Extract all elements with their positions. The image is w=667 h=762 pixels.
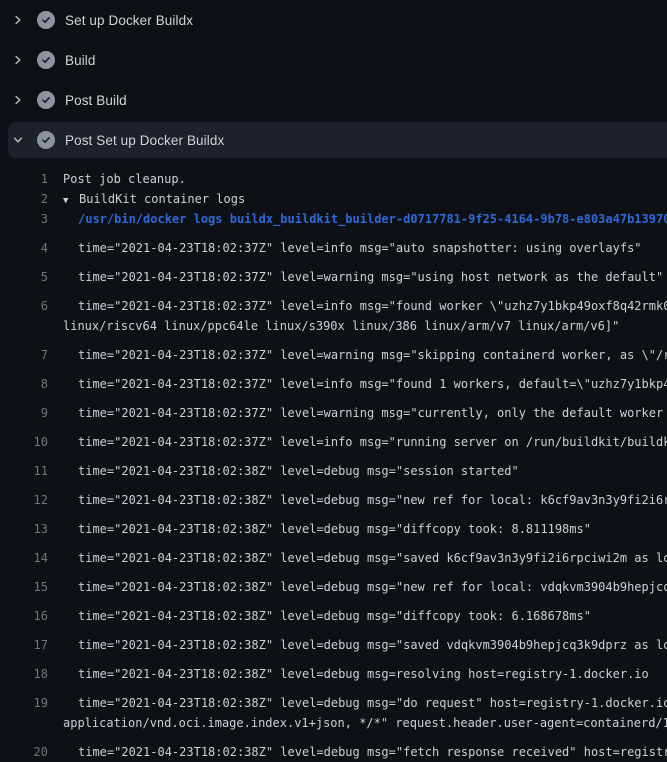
log-line-number[interactable]: 6 (0, 296, 48, 316)
chevron-right-icon (11, 13, 25, 27)
log-row: application/vnd.oci.image.index.v1+json,… (0, 713, 667, 733)
step-header-post-set-up-docker-buildx[interactable]: Post Set up Docker Buildx (0, 120, 667, 160)
log-line-number[interactable]: 19 (0, 693, 48, 713)
log-line-number[interactable]: 20 (0, 742, 48, 762)
log-line-number[interactable]: 7 (0, 345, 48, 365)
log-row: 9 time="2021-04-23T18:02:37Z" level=warn… (0, 394, 667, 423)
log-line-text: time="2021-04-23T18:02:38Z" level=debug … (78, 742, 667, 762)
log-line-text: time="2021-04-23T18:02:38Z" level=debug … (78, 606, 591, 626)
step-list: Set up Docker Buildx Build Post Build (0, 0, 667, 160)
log-line-number (0, 713, 48, 733)
log-row: 17 time="2021-04-23T18:02:38Z" level=deb… (0, 626, 667, 655)
log-line-text: time="2021-04-23T18:02:38Z" level=debug … (78, 664, 649, 684)
log-row: 1 Post job cleanup. (0, 169, 667, 189)
log-line-text: time="2021-04-23T18:02:37Z" level=warnin… (78, 403, 667, 423)
group-expanded-triangle-icon: ▼ (63, 191, 79, 211)
log-row: 3 /usr/bin/docker logs buildx_buildkit_b… (0, 209, 667, 229)
log-line-text: application/vnd.oci.image.index.v1+json,… (63, 713, 667, 733)
log-line-text: time="2021-04-23T18:02:37Z" level=info m… (78, 296, 667, 316)
log-viewer: 1 Post job cleanup. 2 ▼BuildKit containe… (0, 160, 667, 762)
log-line-text: time="2021-04-23T18:02:38Z" level=debug … (78, 519, 591, 539)
log-line-number[interactable]: 16 (0, 606, 48, 626)
log-line-text: time="2021-04-23T18:02:38Z" level=debug … (78, 693, 667, 713)
check-circle-icon (37, 51, 55, 69)
log-line-text: time="2021-04-23T18:02:37Z" level=info m… (78, 374, 667, 394)
log-line-number[interactable]: 18 (0, 664, 48, 684)
step-header-set-up-docker-buildx[interactable]: Set up Docker Buildx (0, 0, 667, 40)
log-row: 8 time="2021-04-23T18:02:37Z" level=info… (0, 365, 667, 394)
step-label: Set up Docker Buildx (65, 13, 193, 28)
log-row: 16 time="2021-04-23T18:02:38Z" level=deb… (0, 597, 667, 626)
log-line-text: linux/riscv64 linux/ppc64le linux/s390x … (63, 316, 619, 336)
log-row: 4 time="2021-04-23T18:02:37Z" level=info… (0, 229, 667, 258)
log-line-number[interactable]: 11 (0, 461, 48, 481)
log-line-text: time="2021-04-23T18:02:37Z" level=warnin… (78, 267, 663, 287)
log-line-text: Post job cleanup. (63, 169, 186, 189)
log-line-text: time="2021-04-23T18:02:38Z" level=debug … (78, 577, 667, 597)
log-row: 7 time="2021-04-23T18:02:37Z" level=warn… (0, 336, 667, 365)
log-line-number[interactable]: 5 (0, 267, 48, 287)
log-line-text: time="2021-04-23T18:02:38Z" level=debug … (78, 461, 519, 481)
log-line-text: time="2021-04-23T18:02:37Z" level=warnin… (78, 345, 667, 365)
log-row: 20 time="2021-04-23T18:02:38Z" level=deb… (0, 733, 667, 762)
log-line-text: time="2021-04-23T18:02:37Z" level=info m… (78, 238, 642, 258)
log-line-number[interactable]: 2 (0, 189, 48, 209)
log-line-number[interactable]: 9 (0, 403, 48, 423)
check-circle-icon (37, 11, 55, 29)
chevron-right-icon (11, 53, 25, 67)
log-row: 10 time="2021-04-23T18:02:37Z" level=inf… (0, 423, 667, 452)
check-circle-icon (37, 91, 55, 109)
chevron-right-icon (11, 93, 25, 107)
log-line-number[interactable]: 8 (0, 374, 48, 394)
log-line-number[interactable]: 4 (0, 238, 48, 258)
log-row: 13 time="2021-04-23T18:02:38Z" level=deb… (0, 510, 667, 539)
check-circle-icon (37, 131, 55, 149)
log-row: 6 time="2021-04-23T18:02:37Z" level=info… (0, 287, 667, 316)
step-label: Build (65, 53, 96, 68)
log-line-text: time="2021-04-23T18:02:38Z" level=debug … (78, 548, 667, 568)
log-row: 14 time="2021-04-23T18:02:38Z" level=deb… (0, 539, 667, 568)
log-row: 5 time="2021-04-23T18:02:37Z" level=warn… (0, 258, 667, 287)
log-row: 18 time="2021-04-23T18:02:38Z" level=deb… (0, 655, 667, 684)
log-line-text: time="2021-04-23T18:02:38Z" level=debug … (78, 490, 667, 510)
step-label: Post Set up Docker Buildx (65, 133, 224, 148)
log-line-number[interactable]: 3 (0, 209, 48, 229)
step-label: Post Build (65, 93, 127, 108)
log-line-number[interactable]: 13 (0, 519, 48, 539)
log-row: linux/riscv64 linux/ppc64le linux/s390x … (0, 316, 667, 336)
log-line-number[interactable]: 15 (0, 577, 48, 597)
log-line-text: /usr/bin/docker logs buildx_buildkit_bui… (78, 209, 667, 229)
log-line-number[interactable]: 1 (0, 169, 48, 189)
step-header-post-build[interactable]: Post Build (0, 80, 667, 120)
log-line-text: time="2021-04-23T18:02:37Z" level=info m… (78, 432, 667, 452)
log-row: 2 ▼BuildKit container logs (0, 189, 667, 209)
log-line-text: time="2021-04-23T18:02:38Z" level=debug … (78, 635, 667, 655)
log-line-number[interactable]: 10 (0, 432, 48, 452)
step-header-build[interactable]: Build (0, 40, 667, 80)
log-line-number (0, 316, 48, 336)
log-line-number[interactable]: 17 (0, 635, 48, 655)
log-group-toggle[interactable]: ▼BuildKit container logs (63, 189, 245, 209)
log-line-number[interactable]: 12 (0, 490, 48, 510)
chevron-down-icon (11, 133, 25, 147)
log-row: 12 time="2021-04-23T18:02:38Z" level=deb… (0, 481, 667, 510)
log-line-number[interactable]: 14 (0, 548, 48, 568)
log-row: 11 time="2021-04-23T18:02:38Z" level=deb… (0, 452, 667, 481)
log-row: 19 time="2021-04-23T18:02:38Z" level=deb… (0, 684, 667, 713)
log-row: 15 time="2021-04-23T18:02:38Z" level=deb… (0, 568, 667, 597)
